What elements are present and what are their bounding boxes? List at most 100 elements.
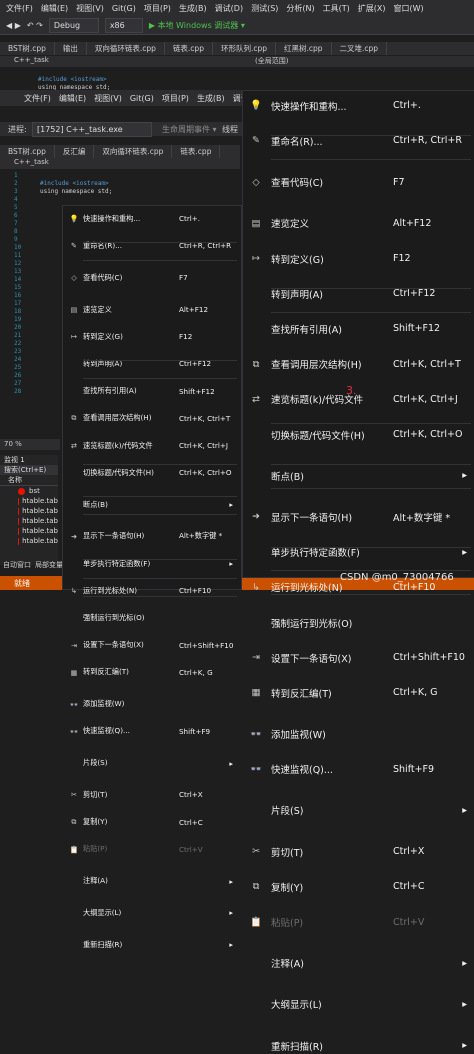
- ctx-item-35[interactable]: 重新扫描(R)▸: [243, 1037, 474, 1054]
- tab-top-4[interactable]: 环形队列.cpp: [213, 42, 276, 55]
- watch-search[interactable]: 搜索(Ctrl+E): [0, 465, 58, 475]
- ctx-item-19[interactable]: ⇥设置下一条语句(X)Ctrl+Shift+F10: [243, 649, 474, 667]
- ctx-small-item-18[interactable]: 强制运行到光标(O): [63, 611, 241, 625]
- ctx-item-27[interactable]: ✂剪切(T)Ctrl+X: [243, 843, 474, 861]
- menu-label: 剪切(T): [83, 790, 107, 800]
- ctx-item-13[interactable]: 断点(B)▸: [243, 467, 474, 485]
- ctx-small-item-10[interactable]: ⇄速览标题(k)/代码文件Ctrl+K, Ctrl+J: [63, 439, 241, 453]
- ctx-item-9[interactable]: ⧉查看调用层次结构(H)Ctrl+K, Ctrl+T: [243, 355, 474, 373]
- menu-item-10[interactable]: 扩展(X): [358, 3, 386, 14]
- ctx-item-22[interactable]: 👓添加监视(W): [243, 725, 474, 743]
- ctx-item-18[interactable]: 强制运行到光标(O): [243, 614, 474, 632]
- tab-mid-2[interactable]: 双向循环链表.cpp: [94, 145, 172, 158]
- tab-top-2[interactable]: 双向循环链表.cpp: [87, 42, 165, 55]
- ctx-item-3[interactable]: ◇查看代码(C)F7: [243, 173, 474, 191]
- ctx-small-item-33[interactable]: 大纲显示(L)▸: [63, 906, 241, 920]
- menu-label: 设置下一条语句(X): [83, 640, 144, 650]
- tab-mid-3[interactable]: 链表.cpp: [172, 145, 220, 158]
- menu-item-3[interactable]: Git(G): [112, 4, 136, 13]
- mid-menu-item-5[interactable]: 生成(B): [197, 93, 225, 104]
- tab-top-3[interactable]: 链表.cpp: [165, 42, 213, 55]
- tab-top-0[interactable]: BST树.cpp: [0, 42, 55, 55]
- process-select[interactable]: [1752] C++_task.exe: [32, 122, 152, 137]
- ctx-small-item-19[interactable]: ⇥设置下一条语句(X)Ctrl+Shift+F10: [63, 638, 241, 652]
- lifecycle-events[interactable]: 生命周期事件 ▾: [162, 124, 217, 135]
- ctx-item-25[interactable]: 片段(S)▸: [243, 802, 474, 820]
- watermark: CSDN @m0_73004766: [340, 572, 454, 583]
- tab-locals[interactable]: 局部变量: [35, 560, 63, 571]
- ctx-item-23[interactable]: 👓快速监视(Q)...Shift+F9: [243, 760, 474, 778]
- ctx-item-33[interactable]: 大纲显示(L)▸: [243, 996, 474, 1014]
- ctx-small-item-3[interactable]: ◇查看代码(C)F7: [63, 271, 241, 285]
- ctx-small-item-35[interactable]: 重新扫描(R)▸: [63, 938, 241, 952]
- ctx-small-item-28[interactable]: ⧉复制(Y)Ctrl+C: [63, 815, 241, 829]
- mid-menu-item-1[interactable]: 编辑(E): [59, 93, 86, 104]
- ctx-small-item-8[interactable]: 查找所有引用(A)Shift+F12: [63, 384, 241, 398]
- menu-item-6[interactable]: 调试(D): [215, 3, 243, 14]
- run-debugger-button[interactable]: ▶ 本地 Windows 调试器 ▾: [149, 20, 245, 31]
- menu-item-9[interactable]: 工具(T): [323, 3, 350, 14]
- ctx-small-item-6[interactable]: ↦转到定义(G)F12: [63, 330, 241, 344]
- ctx-item-31[interactable]: 注释(A)▸: [243, 954, 474, 972]
- ctx-small-item-27[interactable]: ✂剪切(T)Ctrl+X: [63, 788, 241, 802]
- ctx-item-5[interactable]: ▤速览定义Alt+F12: [243, 215, 474, 233]
- tab-top-6[interactable]: 二叉堆.cpp: [332, 42, 388, 55]
- watch-row[interactable]: bst: [0, 486, 58, 496]
- submenu-arrow-icon: ▸: [462, 470, 467, 481]
- menu-item-4[interactable]: 项目(P): [144, 3, 171, 14]
- ctx-item-29[interactable]: 📋粘贴(P)Ctrl+V: [243, 913, 474, 931]
- ctx-small-item-11[interactable]: 切换标题/代码文件(H)Ctrl+K, Ctrl+O: [63, 466, 241, 480]
- back-icon[interactable]: ◀ ▶: [6, 21, 21, 30]
- zoom-level[interactable]: 70 %: [4, 440, 22, 448]
- ctx-small-item-23[interactable]: 👓快速监视(Q)...Shift+F9: [63, 724, 241, 738]
- ctx-small-item-15[interactable]: ➜显示下一条语句(H)Alt+数字键 *: [63, 530, 241, 544]
- mid-menu-item-0[interactable]: 文件(F): [24, 93, 51, 104]
- ctx-small-item-25[interactable]: 片段(S)▸: [63, 756, 241, 770]
- menu-item-7[interactable]: 测试(S): [251, 3, 278, 14]
- tab-mid-1[interactable]: 反汇编: [55, 145, 95, 158]
- menu-item-11[interactable]: 窗口(W): [394, 3, 424, 14]
- ctx-item-15[interactable]: ➜显示下一条语句(H)Alt+数字键 *: [243, 508, 474, 526]
- ctx-small-item-31[interactable]: 注释(A)▸: [63, 874, 241, 888]
- tab-mid-0[interactable]: BST树.cpp: [0, 145, 55, 158]
- config-select[interactable]: Debug: [49, 18, 99, 33]
- watch-row[interactable]: htable.tab: [0, 526, 58, 536]
- menu-item-2[interactable]: 视图(V): [76, 3, 104, 14]
- ctx-item-11[interactable]: 切换标题/代码文件(H)Ctrl+K, Ctrl+O: [243, 426, 474, 444]
- ctx-item-8[interactable]: 查找所有引用(A)Shift+F12: [243, 320, 474, 338]
- ctx-item-0[interactable]: 💡快速操作和重构...Ctrl+.: [243, 97, 474, 115]
- tab-top-1[interactable]: 输出: [55, 42, 87, 55]
- ctx-item-6[interactable]: ↦转到定义(G)F12: [243, 250, 474, 268]
- watch-row[interactable]: htable.tab: [0, 536, 58, 546]
- ctx-small-item-9[interactable]: ⧉查看调用层次结构(H)Ctrl+K, Ctrl+T: [63, 412, 241, 426]
- scope-select[interactable]: (全局范围): [255, 56, 288, 66]
- mid-menu-item-3[interactable]: Git(G): [130, 94, 154, 103]
- watch-row[interactable]: htable.tab: [0, 506, 58, 516]
- ctx-small-item-20[interactable]: ▦转到反汇编(T)Ctrl+K, G: [63, 666, 241, 680]
- menu-item-5[interactable]: 生成(B): [179, 3, 207, 14]
- menu-item-1[interactable]: 编辑(E): [41, 3, 68, 14]
- ctx-small-item-0[interactable]: 💡快速操作和重构...Ctrl+.: [63, 212, 241, 226]
- platform-select[interactable]: x86: [105, 18, 143, 33]
- ctx-small-item-22[interactable]: 👓添加监视(W): [63, 697, 241, 711]
- ctx-small-item-5[interactable]: ▤速览定义Alt+F12: [63, 303, 241, 317]
- ctx-item-20[interactable]: ▦转到反汇编(T)Ctrl+K, G: [243, 684, 474, 702]
- ctx-small-item-29[interactable]: 📋粘贴(P)Ctrl+V: [63, 842, 241, 856]
- menu-item-8[interactable]: 分析(N): [286, 3, 314, 14]
- ctx-item-28[interactable]: ⧉复制(Y)Ctrl+C: [243, 878, 474, 896]
- menu-shortcut: Ctrl+X: [393, 846, 424, 857]
- tab-top-5[interactable]: 红黑树.cpp: [276, 42, 332, 55]
- mid-menu-item-2[interactable]: 视图(V): [94, 93, 122, 104]
- ctx-small-item-13[interactable]: 断点(B)▸: [63, 498, 241, 512]
- watch-title: 监视 1: [0, 455, 58, 465]
- menu-label: 转到反汇编(T): [83, 667, 129, 677]
- menu-label: 速览标题(k)/代码文件: [83, 441, 153, 451]
- menu-item-0[interactable]: 文件(F): [6, 3, 33, 14]
- watch-row[interactable]: htable.tab: [0, 496, 58, 506]
- ctx-item-10[interactable]: ⇄速览标题(k)/代码文件Ctrl+K, Ctrl+J: [243, 391, 474, 409]
- watch-row[interactable]: htable.tab: [0, 516, 58, 526]
- menu-shortcut: Ctrl+F10: [393, 582, 435, 593]
- undo-icon[interactable]: ↶ ↷: [27, 21, 43, 30]
- mid-menu-item-4[interactable]: 项目(P): [162, 93, 189, 104]
- tab-autos[interactable]: 自动窗口: [3, 560, 31, 571]
